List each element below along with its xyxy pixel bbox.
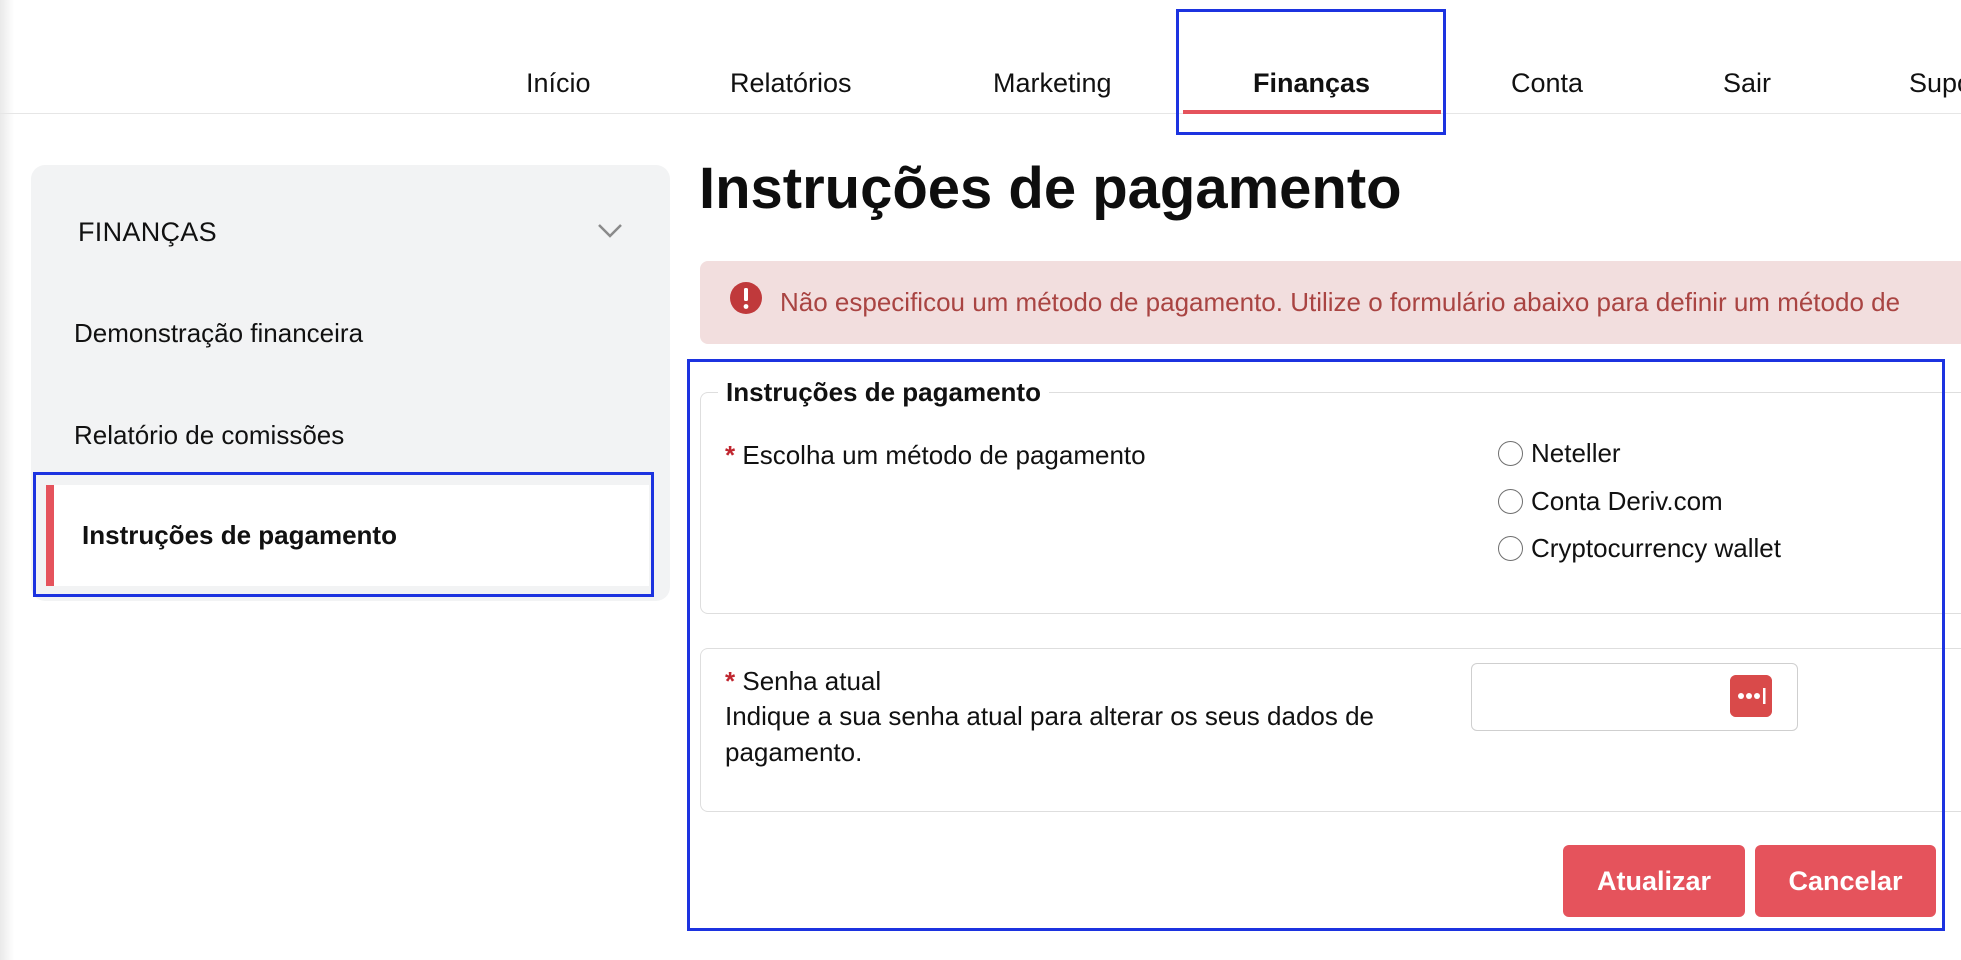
payment-method-fieldset	[700, 392, 1961, 614]
radio-option-conta-deriv[interactable]: Conta Deriv.com	[1498, 486, 1723, 517]
nav-item-financas[interactable]: Finanças	[1253, 68, 1370, 99]
window-edge-shade	[0, 0, 14, 960]
sidebar-item-label: Instruções de pagamento	[82, 520, 397, 550]
error-icon	[730, 282, 762, 314]
active-tab-indicator	[1183, 110, 1441, 114]
nav-item-relatorios[interactable]: Relatórios	[730, 68, 852, 99]
sidebar-item-demonstracao-financeira[interactable]: Demonstração financeira	[74, 318, 363, 349]
payment-method-label-text: Escolha um método de pagamento	[742, 440, 1146, 470]
cancel-button[interactable]: Cancelar	[1755, 845, 1936, 917]
nav-item-inicio[interactable]: Início	[526, 68, 591, 99]
sidebar-item-relatorio-comissoes[interactable]: Relatório de comissões	[74, 420, 344, 451]
radio-button[interactable]	[1498, 489, 1523, 514]
required-mark: *	[725, 666, 736, 696]
password-manager-icon[interactable]	[1730, 675, 1772, 717]
top-navigation: Início Relatórios Marketing Finanças Con…	[0, 0, 1961, 114]
password-label-text: Senha atual	[742, 666, 882, 696]
alert-message: Não especificou um método de pagamento. …	[780, 287, 1901, 317]
error-alert: Não especificou um método de pagamento. …	[700, 261, 1961, 344]
radio-option-crypto-wallet[interactable]: Cryptocurrency wallet	[1498, 533, 1781, 564]
sidebar-active-indicator	[46, 485, 54, 586]
radio-label: Cryptocurrency wallet	[1531, 533, 1781, 563]
payment-method-label: * Escolha um método de pagamento	[725, 440, 1146, 471]
radio-button[interactable]	[1498, 536, 1523, 561]
password-help-text: Indique a sua senha atual para alterar o…	[725, 701, 1375, 767]
chevron-down-icon[interactable]	[597, 222, 623, 240]
required-mark: *	[725, 440, 736, 470]
sidebar-header: FINANÇAS	[78, 217, 217, 247]
password-label: * Senha atual	[725, 666, 881, 697]
nav-item-suporte[interactable]: Supo	[1909, 68, 1961, 99]
page-title: Instruções de pagamento	[699, 156, 1402, 221]
radio-label: Neteller	[1531, 438, 1621, 468]
nav-item-sair[interactable]: Sair	[1723, 68, 1771, 99]
radio-label: Conta Deriv.com	[1531, 486, 1723, 516]
nav-item-conta[interactable]: Conta	[1511, 68, 1583, 99]
radio-option-neteller[interactable]: Neteller	[1498, 438, 1621, 469]
update-button[interactable]: Atualizar	[1563, 845, 1745, 917]
nav-item-marketing[interactable]: Marketing	[993, 68, 1112, 99]
radio-button[interactable]	[1498, 441, 1523, 466]
fieldset-legend: Instruções de pagamento	[718, 377, 1049, 408]
